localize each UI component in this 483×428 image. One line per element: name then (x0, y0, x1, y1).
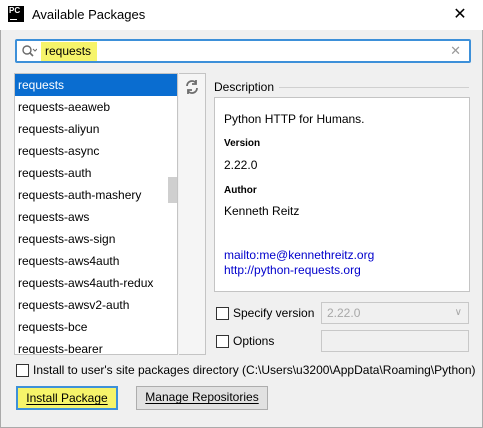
package-list-toolbar (179, 73, 206, 355)
author-heading: Author (224, 185, 257, 196)
version-heading: Version (224, 138, 261, 149)
package-list-item[interactable]: requests-aws-sign (15, 228, 177, 250)
version-select: 2.22.0 ∨ (321, 302, 469, 324)
install-package-button[interactable]: Install Package (16, 386, 118, 410)
package-author: Kenneth Reitz (224, 204, 300, 218)
dialog-body: requests ✕ requests requests-aeaweb reques… (0, 30, 483, 428)
package-list-item[interactable]: requests (15, 74, 177, 96)
package-list-item[interactable]: requests-aws4auth-redux (15, 272, 177, 294)
package-list-item[interactable]: requests-aliyun (15, 118, 177, 140)
description-divider (279, 87, 469, 88)
chevron-down-icon: ∨ (454, 307, 462, 318)
package-list-item[interactable]: requests-aws4auth (15, 250, 177, 272)
package-list-item[interactable]: requests-auth (15, 162, 177, 184)
package-list[interactable]: requests requests-aeaweb requests-aliyun re… (14, 73, 178, 355)
window-title: Available Packages (32, 7, 146, 22)
version-select-value: 2.22.0 (327, 306, 361, 320)
options-checkbox[interactable] (216, 335, 229, 348)
site-packages-checkbox[interactable] (16, 364, 29, 377)
pycharm-logo-icon: PC (8, 6, 24, 22)
package-list-scrollbar[interactable] (168, 177, 177, 203)
description-label: Description (214, 80, 275, 94)
project-url-link[interactable]: http://python-requests.org (224, 263, 361, 277)
close-button[interactable]: ✕ (437, 0, 483, 30)
search-query-text: requests (41, 42, 98, 61)
package-summary: Python HTTP for Humans. (224, 112, 365, 126)
package-list-item[interactable]: requests-auth-mashery (15, 184, 177, 206)
package-list-item[interactable]: requests-awsv2-auth (15, 294, 177, 316)
package-list-item[interactable]: requests-bearer (15, 338, 177, 354)
specify-version-label: Specify version (233, 306, 315, 320)
description-panel: Python HTTP for Humans. Version 2.22.0 A… (214, 97, 470, 292)
manage-repositories-label: Manage Repositories (145, 390, 259, 404)
package-version: 2.22.0 (224, 158, 258, 172)
manage-repositories-button[interactable]: Manage Repositories (136, 386, 268, 410)
refresh-icon[interactable] (184, 79, 200, 95)
package-list-item[interactable]: requests-aws (15, 206, 177, 228)
search-icon (22, 45, 37, 57)
options-input (321, 330, 469, 352)
install-package-label: Install Package (26, 391, 108, 405)
specify-version-checkbox[interactable] (216, 307, 229, 320)
package-list-item[interactable]: requests-aeaweb (15, 96, 177, 118)
search-input[interactable]: requests ✕ (15, 39, 471, 63)
clear-icon[interactable]: ✕ (450, 43, 461, 59)
package-list-item[interactable]: requests-bce (15, 316, 177, 338)
title-bar: PC Available Packages ✕ (0, 0, 483, 30)
package-list-item[interactable]: requests-async (15, 140, 177, 162)
options-label: Options (233, 334, 275, 348)
site-packages-label: Install to user's site packages director… (33, 363, 476, 377)
author-email-link[interactable]: mailto:me@kennethreitz.org (224, 248, 374, 262)
